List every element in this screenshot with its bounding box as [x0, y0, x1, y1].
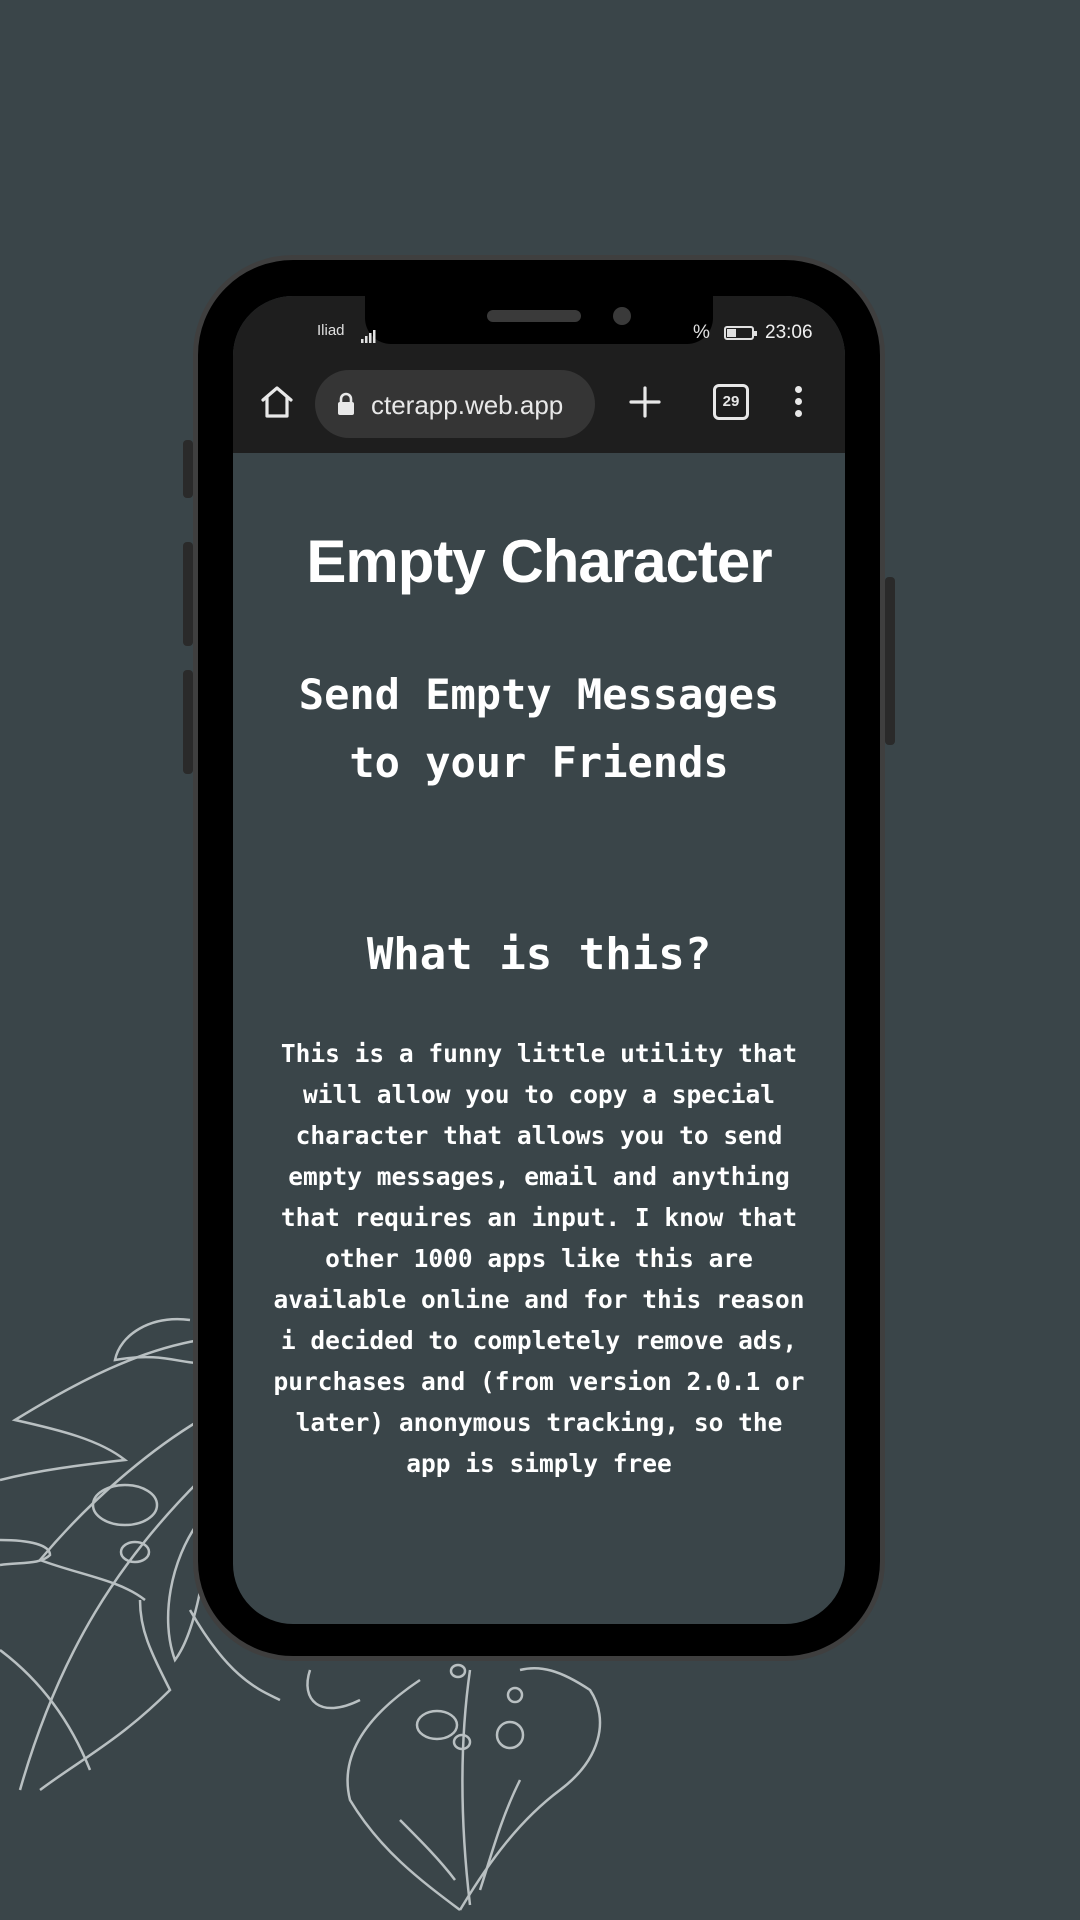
section-heading: What is this?: [366, 929, 712, 980]
description-text: This is a funny little utility that will…: [273, 1039, 805, 1478]
front-camera: [613, 307, 631, 325]
url-text[interactable]: cterapp.web.app: [371, 390, 585, 421]
side-button-left-2: [183, 542, 193, 646]
phone-screen: Iliad % 23:06 cterapp.web.app 29 Empty C…: [233, 296, 845, 1624]
speaker: [487, 310, 581, 322]
page-subtitle: Send Empty Messages to your Friends: [298, 670, 780, 787]
new-tab-icon[interactable]: [627, 380, 663, 424]
side-button-left-3: [183, 670, 193, 774]
browser-top-bar: Iliad % 23:06 cterapp.web.app 29: [233, 296, 845, 453]
side-button-left-1: [183, 440, 193, 498]
carrier-label: Iliad: [317, 322, 345, 339]
battery-icon: [724, 326, 757, 340]
tabs-icon[interactable]: 29: [713, 384, 749, 420]
menu-icon[interactable]: [795, 386, 803, 422]
side-button-right: [885, 577, 895, 745]
address-bar[interactable]: cterapp.web.app: [315, 370, 595, 438]
browser-toolbar: cterapp.web.app 29: [233, 370, 845, 440]
tab-count: 29: [722, 393, 740, 410]
page-title: Empty Character: [306, 528, 772, 595]
lock-icon: [338, 392, 354, 415]
clock: 23:06: [765, 322, 813, 343]
home-icon[interactable]: [255, 380, 299, 424]
signal-icon: [361, 330, 376, 343]
battery-percent: %: [693, 322, 710, 343]
notch: [365, 296, 713, 344]
